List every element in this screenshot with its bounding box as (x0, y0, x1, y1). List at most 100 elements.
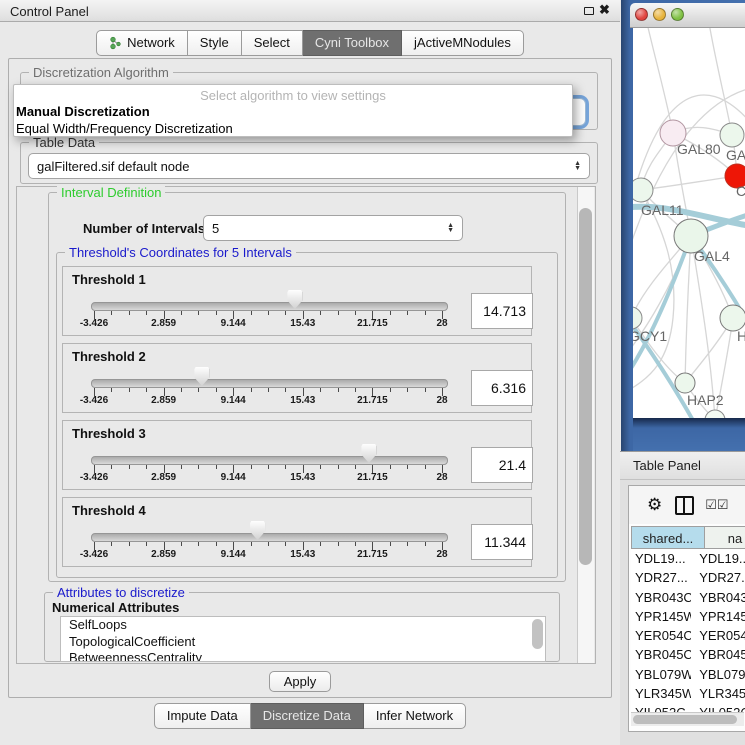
popup-option-manual[interactable]: Manual Discretization (16, 104, 150, 119)
vertical-scrollbar-thumb[interactable] (579, 208, 592, 565)
table-cell[interactable]: YBR043C (631, 588, 691, 607)
slider-tick (320, 388, 321, 392)
threshold-value-field[interactable]: 21.4 (471, 447, 533, 483)
slider-tick (111, 465, 112, 469)
table-cell[interactable]: YBL079W (691, 665, 745, 684)
slider-tick (407, 388, 408, 392)
table-row[interactable]: YIL052CYIL052C (631, 703, 745, 711)
tab-infer-network[interactable]: Infer Network (364, 703, 466, 729)
tab-select[interactable]: Select (242, 30, 303, 56)
table-cell[interactable]: YPR145W (691, 607, 745, 626)
list-scrollbar-thumb[interactable] (532, 619, 543, 649)
tab-label: Discretize Data (263, 704, 351, 728)
tab-label: Cyni Toolbox (315, 31, 389, 55)
close-icon[interactable]: ✖ (599, 2, 610, 18)
numerical-attributes-list[interactable]: SelfLoopsTopologicalCoefficientBetweenne… (60, 616, 546, 662)
network-node-ga[interactable] (720, 123, 744, 147)
horizontal-scrollbar-thumb[interactable] (633, 715, 737, 724)
table-row[interactable]: YBR045CYBR045C (631, 645, 745, 664)
attribute-list-item[interactable]: SelfLoops (61, 617, 545, 634)
algorithm-group-title: Discretization Algorithm (29, 65, 173, 80)
slider-tick (216, 311, 217, 315)
network-node-gcy1[interactable] (633, 307, 642, 329)
table-row[interactable]: YBR043CYBR043C (631, 588, 745, 607)
number-of-intervals-combobox[interactable]: 5 ▲▼ (203, 215, 463, 241)
gear-icon[interactable]: ⚙ (647, 495, 662, 515)
table-cell[interactable]: YBL079W (631, 665, 691, 684)
table-cell[interactable]: YDL19... (631, 549, 691, 568)
threshold-value-field[interactable]: 6.316 (471, 370, 533, 406)
network-canvas[interactable]: GAL80GACGAL11GAL4GCY1HHAP2 (633, 28, 745, 418)
slider-tick (407, 465, 408, 469)
table-cell[interactable]: YDL19... (691, 549, 745, 568)
slider-tick (146, 388, 147, 392)
table-data-combobox[interactable]: galFiltered.sif default node ▲▼ (28, 153, 590, 179)
table-toolbar: ⚙ ☑☑ (629, 486, 745, 524)
slider-tick (355, 311, 356, 315)
zoom-traffic-light[interactable] (671, 8, 684, 21)
apply-button[interactable]: Apply (269, 671, 331, 692)
slider-tick (129, 311, 130, 315)
popup-option-equal-width[interactable]: Equal Width/Frequency Discretization (16, 121, 233, 136)
tab-jactivemnodules[interactable]: jActiveMNodules (402, 30, 524, 56)
slider-track[interactable] (91, 302, 448, 311)
table-column-header[interactable]: shared... (631, 526, 704, 549)
threshold-box-1: Threshold 1-3.4262.8599.14415.4321.71528… (62, 266, 532, 336)
horizontal-scrollbar-track[interactable] (631, 712, 744, 726)
slider-tick (198, 542, 199, 546)
threshold-value-field[interactable]: 14.713 (471, 293, 533, 329)
table-cell[interactable]: YDR27... (631, 568, 691, 587)
table-column-header[interactable]: na (704, 526, 745, 549)
tab-cyni-toolbox[interactable]: Cyni Toolbox (303, 30, 402, 56)
network-edge[interactable] (685, 236, 691, 383)
columns-icon[interactable] (675, 496, 694, 515)
table-cell[interactable]: YLR345W (691, 684, 745, 703)
tab-impute-data[interactable]: Impute Data (154, 703, 251, 729)
slider-tick (390, 542, 391, 546)
table-cell[interactable]: YBR043C (691, 588, 745, 607)
table-row[interactable]: YDR27...YDR27... (631, 568, 745, 587)
tab-style[interactable]: Style (188, 30, 242, 56)
app-root: Control Panel ✖ NetworkStyleSelectCyni T… (0, 0, 745, 745)
network-node[interactable] (705, 410, 725, 418)
table-row[interactable]: YER054CYER054C (631, 626, 745, 645)
table-cell[interactable]: YER054C (691, 626, 745, 645)
table-row[interactable]: YDL19...YDL19... (631, 549, 745, 568)
table-cell[interactable]: YIL052C (691, 703, 745, 711)
table-row[interactable]: YBL079WYBL079W (631, 665, 745, 684)
slider-tick-label: 28 (436, 549, 447, 560)
tab-network[interactable]: Network (96, 30, 188, 56)
table-row[interactable]: YPR145WYPR145W (631, 607, 745, 626)
table-cell[interactable]: YBR045C (631, 645, 691, 664)
network-window-titlebar[interactable] (630, 3, 745, 28)
select-columns-icon[interactable]: ☑☑ (705, 497, 728, 513)
float-window-icon[interactable] (584, 7, 594, 15)
tab-discretize-data[interactable]: Discretize Data (251, 703, 364, 729)
slider-tick (338, 542, 339, 546)
minimize-traffic-light[interactable] (653, 8, 666, 21)
slider-track[interactable] (91, 456, 448, 465)
table-row[interactable]: YLR345WYLR345W (631, 684, 745, 703)
network-node-hap2[interactable] (675, 373, 695, 393)
thresholds-group-title: Threshold's Coordinates for 5 Intervals (65, 245, 296, 260)
network-edge[interactable] (641, 176, 737, 190)
network-edge[interactable] (709, 28, 732, 135)
slider-track[interactable] (91, 379, 448, 388)
threshold-value-field[interactable]: 11.344 (471, 524, 533, 560)
table-cell[interactable]: YBR045C (691, 645, 745, 664)
slider-tick (390, 388, 391, 392)
table-cell[interactable]: YDR27... (691, 568, 745, 587)
network-node-gal11[interactable] (633, 178, 653, 202)
table-cell[interactable]: YPR145W (631, 607, 691, 626)
table-cell[interactable]: YIL052C (631, 703, 691, 711)
table-rows: YDL19...YDL19...YDR27...YDR27...YBR043CY… (631, 549, 745, 712)
close-traffic-light[interactable] (635, 8, 648, 21)
slider-track[interactable] (91, 533, 448, 542)
table-cell[interactable]: YLR345W (631, 684, 691, 703)
slider-tick (111, 311, 112, 315)
attribute-list-item[interactable]: BetweennessCentrality (61, 650, 545, 662)
attribute-list-item[interactable]: TopologicalCoefficient (61, 634, 545, 651)
network-edge[interactable] (647, 28, 673, 133)
table-cell[interactable]: YER054C (631, 626, 691, 645)
bottom-tab-bar: Impute Data Discretize Data Infer Network (0, 703, 620, 729)
